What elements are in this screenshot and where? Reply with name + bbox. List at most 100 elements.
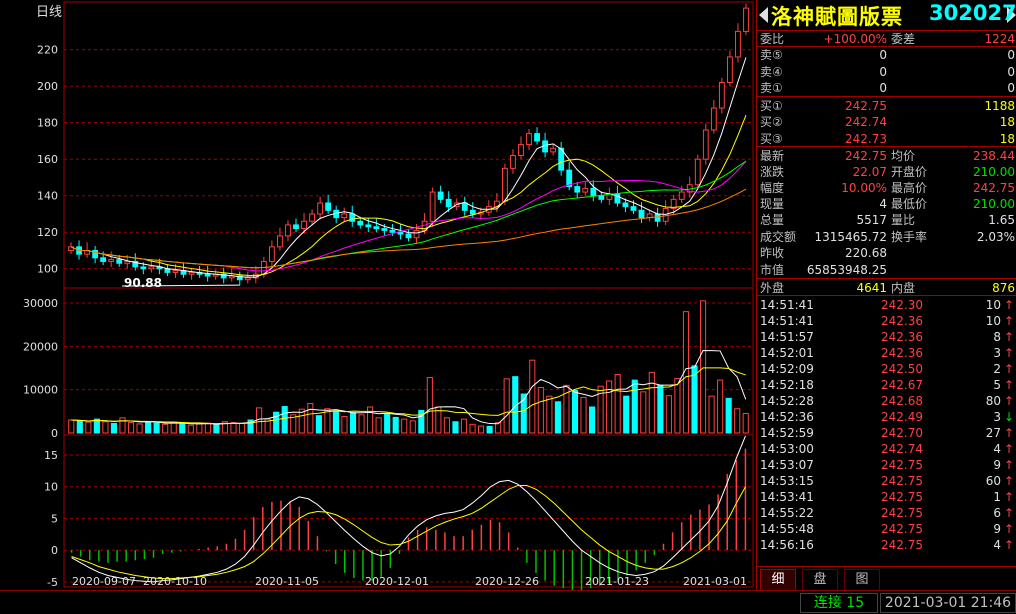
tab-2[interactable]: 图 bbox=[844, 569, 880, 591]
prev-stock-icon[interactable] bbox=[759, 7, 768, 23]
quote-label: 买③ bbox=[760, 132, 783, 146]
candle-body bbox=[638, 209, 645, 219]
candle-body bbox=[204, 273, 211, 277]
volume-bar bbox=[187, 424, 194, 434]
tick-direction: ↑ bbox=[1003, 426, 1014, 440]
price-tick-label: 200 bbox=[37, 80, 58, 93]
candle-body bbox=[116, 259, 123, 264]
divider bbox=[757, 96, 1016, 97]
x-axis-label: 2021-03-01 bbox=[683, 575, 747, 588]
quote-row: 成交额 1315465.72 换手率 2.03% bbox=[757, 229, 1016, 245]
quote-value: 5517 bbox=[856, 213, 887, 227]
candle-body bbox=[244, 277, 251, 281]
stock-code: 302027 bbox=[929, 1, 1016, 25]
tick-row: 14:51:57 242.36 8 ↑ bbox=[757, 329, 1016, 345]
tab-1[interactable]: 盘 bbox=[802, 569, 838, 591]
tick-price: 242.75 bbox=[881, 538, 923, 552]
tick-time: 14:52:28 bbox=[760, 394, 814, 408]
x-axis-label: 2020-11-05 bbox=[255, 575, 319, 588]
tick-volume: 5 bbox=[993, 378, 1001, 392]
candle-body bbox=[735, 30, 741, 58]
price-tick-label: 140 bbox=[37, 190, 58, 203]
tab-0[interactable]: 细 bbox=[760, 569, 796, 591]
tick-price: 242.50 bbox=[881, 362, 923, 376]
tick-volume: 9 bbox=[993, 522, 1001, 536]
quote-value: 4 bbox=[879, 197, 887, 211]
tick-row: 14:53:41 242.75 1 ↑ bbox=[757, 489, 1016, 505]
volume-bar bbox=[478, 425, 485, 434]
candle-body bbox=[148, 266, 155, 270]
volume-bar bbox=[460, 418, 468, 434]
tick-volume: 10 bbox=[985, 298, 1001, 312]
volume-bar bbox=[674, 377, 681, 434]
volume-bar bbox=[665, 395, 672, 434]
quote-row: 最新 242.75 均价 238.44 bbox=[757, 148, 1016, 164]
status-bar: 连接 15 2021-03-01 21:46 bbox=[0, 590, 1016, 614]
quote-label: 幅度 bbox=[760, 181, 785, 195]
quote-value: 1224 bbox=[984, 32, 1015, 46]
quote-label: 昨收 bbox=[760, 246, 785, 260]
volume-bar bbox=[358, 414, 365, 434]
tick-direction: ↑ bbox=[1003, 490, 1014, 504]
volume-bar bbox=[469, 423, 476, 434]
tick-direction: ↑ bbox=[1003, 330, 1014, 344]
candle-body bbox=[437, 191, 444, 200]
candle-body bbox=[172, 270, 179, 273]
tick-row: 14:55:48 242.75 9 ↑ bbox=[757, 521, 1016, 537]
volume-bar bbox=[640, 391, 647, 434]
volume-bar bbox=[742, 413, 749, 434]
quote-label: 最高价 bbox=[891, 181, 928, 195]
quote-value: 242.75 bbox=[845, 149, 887, 163]
tick-price: 242.75 bbox=[881, 506, 923, 520]
candle-body bbox=[405, 233, 412, 239]
candle-body bbox=[710, 107, 717, 131]
quote-label: 市值 bbox=[760, 263, 785, 277]
volume-bar bbox=[307, 403, 314, 434]
candle-body bbox=[309, 213, 315, 222]
tick-row: 14:53:00 242.74 4 ↑ bbox=[757, 441, 1016, 457]
tick-direction: ↑ bbox=[1003, 378, 1014, 392]
tick-volume: 4 bbox=[993, 538, 1001, 552]
quote-value: 65853948.25 bbox=[806, 263, 887, 277]
tick-row: 14:52:28 242.68 80 ↑ bbox=[757, 393, 1016, 409]
quote-row: 委比 +100.00% 委差 1224 bbox=[757, 31, 1016, 47]
volume-bar bbox=[503, 378, 510, 434]
chart-frame bbox=[63, 1, 754, 588]
tick-price: 242.75 bbox=[881, 522, 923, 536]
ma30-line bbox=[70, 160, 747, 269]
quote-label: 内盘 bbox=[891, 281, 916, 295]
volume-bar bbox=[256, 407, 263, 434]
candle-body bbox=[694, 158, 701, 186]
candle-body bbox=[469, 209, 476, 215]
quote-label: 委差 bbox=[891, 32, 916, 46]
candle-body bbox=[598, 195, 605, 200]
volume-bar bbox=[153, 422, 160, 434]
volume-bar bbox=[717, 379, 724, 434]
quote-label: 最新 bbox=[760, 149, 785, 163]
candle-body bbox=[582, 187, 589, 193]
kline-chart[interactable]: 10012014016018020022090.88242.7601000020… bbox=[0, 0, 756, 590]
volume-bar bbox=[486, 426, 493, 434]
tick-price: 242.70 bbox=[881, 426, 923, 440]
volume-bar bbox=[452, 421, 459, 434]
tick-direction: ↑ bbox=[1003, 442, 1014, 456]
volume-bar bbox=[375, 417, 382, 434]
tick-direction: ↑ bbox=[1003, 522, 1014, 536]
tick-time: 14:51:57 bbox=[760, 330, 814, 344]
quote-value: 18 bbox=[999, 115, 1015, 129]
quote-label: 卖⑤ bbox=[760, 48, 783, 62]
tick-price: 242.68 bbox=[881, 394, 923, 408]
volume-bar bbox=[708, 395, 715, 434]
candle-body bbox=[526, 133, 532, 146]
tick-direction: ↑ bbox=[1003, 314, 1014, 328]
quote-value: 242.73 bbox=[845, 132, 887, 146]
volume-bar bbox=[110, 422, 118, 434]
tick-volume: 10 bbox=[985, 314, 1001, 328]
tick-direction: ↑ bbox=[1003, 458, 1014, 472]
volume-bar bbox=[623, 395, 630, 434]
tick-direction: ↑ bbox=[1003, 362, 1014, 376]
tick-time: 14:52:36 bbox=[760, 410, 814, 424]
price-tick-label: 220 bbox=[37, 44, 58, 57]
tick-row: 14:52:59 242.70 27 ↑ bbox=[757, 425, 1016, 441]
quote-value: 0 bbox=[1007, 65, 1015, 79]
